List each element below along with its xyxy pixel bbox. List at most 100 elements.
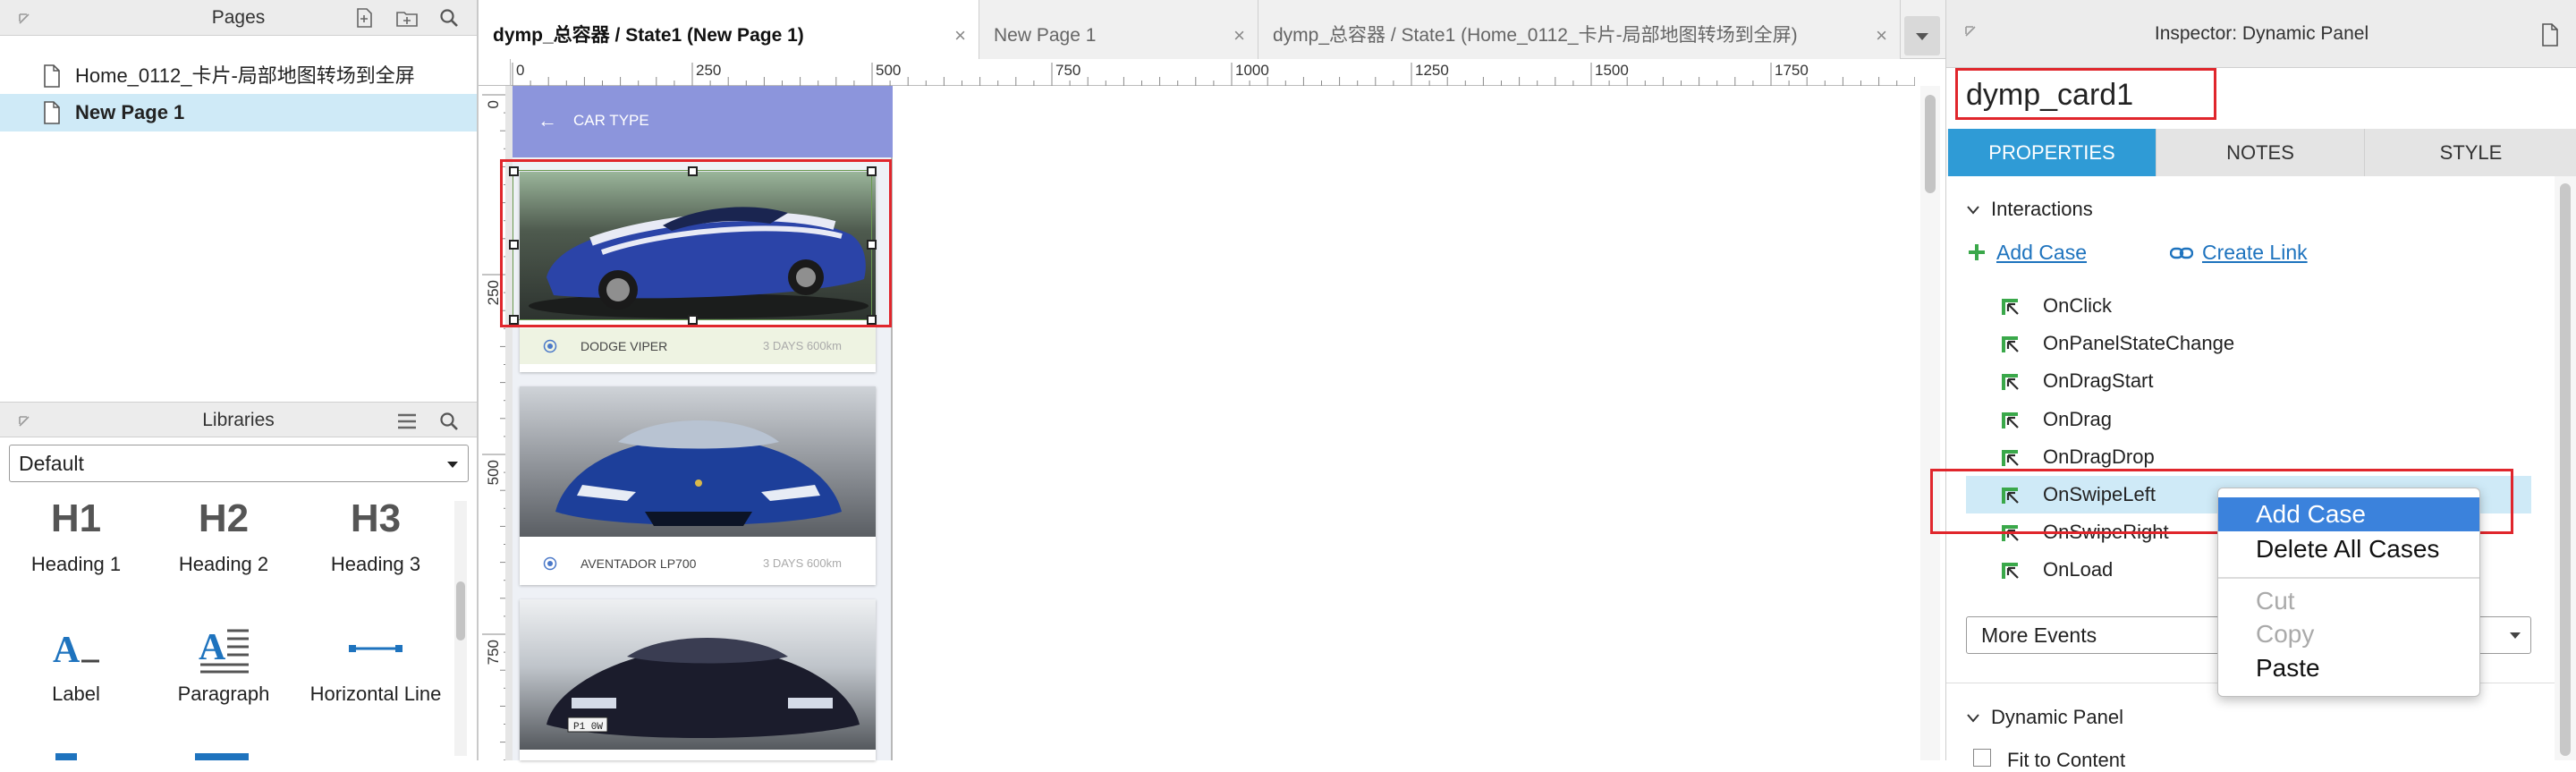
add-case-link[interactable]: Add Case [1996, 241, 2087, 265]
libraries-scrollbar[interactable] [454, 501, 467, 756]
menu-item-copy: Copy [2256, 620, 2315, 648]
horizontal-line-widget-icon [300, 622, 452, 675]
event-label: OnLoad [2043, 558, 2114, 581]
ruler-label: 250 [696, 62, 721, 79]
chevron-down-icon [447, 462, 458, 468]
page-item-new-page-1[interactable]: New Page 1 [0, 94, 477, 131]
menu-separator [2218, 577, 2479, 579]
car-info-row: DODGE VIPER 3 DAYS 600km [520, 328, 876, 364]
inspector-scrollbar[interactable] [2555, 176, 2576, 760]
search-icon[interactable] [436, 408, 462, 435]
design-canvas: ← CAR TYPE DODGE VIPER 3 DAYS 600km AVEN… [500, 86, 893, 760]
event-row[interactable]: OnPanelStateChange [1966, 325, 2531, 362]
menu-icon[interactable] [394, 408, 420, 435]
canvas-scrollbar[interactable] [1920, 86, 1940, 760]
canvas-header: ← CAR TYPE [513, 86, 893, 157]
ruler-corner [479, 59, 511, 86]
widget-glyph-h1: H1 [50, 496, 102, 540]
ruler-label: 750 [485, 640, 502, 665]
event-label: OnClick [2043, 294, 2113, 317]
dynamic-panel-section-title: Dynamic Panel [1991, 706, 2123, 728]
widget-label: Label [52, 683, 100, 705]
tab-dymp-state1-new-page[interactable]: dymp_总容器 / State1 (New Page 1) × [479, 0, 979, 59]
ruler-label: 0 [516, 62, 524, 79]
inspector-scroll-thumb[interactable] [2560, 183, 2571, 756]
add-folder-icon[interactable] [394, 4, 420, 31]
resize-handle[interactable] [867, 166, 877, 176]
widget-paragraph[interactable]: A Paragraph [148, 622, 300, 706]
resize-handle[interactable] [509, 240, 519, 250]
menu-item-add-case[interactable]: Add Case [2218, 497, 2479, 531]
tab-dymp-state1-home[interactable]: dymp_总容器 / State1 (Home_0112_卡片-局部地图转场到全… [1258, 0, 1901, 59]
tab-properties[interactable]: PROPERTIES [1948, 129, 2157, 176]
ruler-label: 500 [876, 62, 901, 79]
resize-handle[interactable] [867, 315, 877, 325]
tab-new-page-1[interactable]: New Page 1 × [979, 0, 1258, 59]
car-meta: 3 DAYS 600km [763, 339, 842, 352]
widget-label: Heading 1 [30, 553, 122, 575]
page-item-home[interactable]: Home_0112_卡片-局部地图转场到全屏 [0, 57, 477, 95]
svg-text:P1 0W: P1 0W [573, 722, 603, 733]
plus-icon [1969, 244, 1985, 260]
resize-handle[interactable] [867, 240, 877, 250]
resize-handle[interactable] [688, 315, 698, 325]
resize-handle[interactable] [509, 166, 519, 176]
chevron-down-icon[interactable] [1966, 713, 1980, 724]
libraries-scroll-thumb[interactable] [456, 581, 465, 641]
libraries-panel-header: Libraries [0, 402, 477, 437]
search-icon[interactable] [436, 4, 462, 31]
widget-partial-icon [195, 753, 249, 760]
library-select[interactable]: Default [9, 445, 469, 482]
resize-handle[interactable] [688, 166, 698, 176]
event-row[interactable]: OnClick [1966, 287, 2531, 325]
menu-item-paste[interactable]: Paste [2218, 651, 2479, 685]
svg-text:A: A [53, 630, 80, 671]
more-events-label: More Events [1981, 624, 2097, 647]
event-cursor-icon [2002, 374, 2019, 391]
resize-handle[interactable] [509, 315, 519, 325]
event-row[interactable]: OnDragStart [1966, 362, 2531, 400]
widget-heading-1[interactable]: H1 Heading 1 [0, 492, 152, 576]
tab-style[interactable]: STYLE [2365, 129, 2576, 176]
chevron-down-icon [1916, 33, 1928, 40]
ruler-label: 750 [1055, 62, 1080, 79]
widget-label: Horizontal Line [309, 683, 442, 705]
event-row[interactable]: OnDrag [1966, 401, 2531, 438]
widget-heading-2[interactable]: H2 Heading 2 [148, 492, 300, 576]
event-label: OnDrag [2043, 407, 2113, 430]
ruler-label: 0 [485, 100, 502, 108]
widget-label: Heading 2 [178, 553, 269, 575]
tab-notes[interactable]: NOTES [2157, 129, 2365, 176]
chevron-down-icon[interactable] [1966, 205, 1980, 216]
widget-glyph-h3: H3 [350, 496, 402, 540]
tab-overflow-button[interactable] [1904, 16, 1940, 55]
radio-icon[interactable] [543, 556, 557, 571]
car-name: DODGE VIPER [580, 339, 668, 353]
page-item-label: Home_0112_卡片-局部地图转场到全屏 [75, 64, 415, 87]
fit-to-content-checkbox[interactable] [1973, 749, 1991, 767]
context-menu: Add Case Delete All Cases Cut Copy Paste [2217, 488, 2480, 697]
radio-icon[interactable] [543, 339, 557, 353]
car-card-p1[interactable]: P1 0W [520, 599, 876, 760]
menu-item-delete-all-cases[interactable]: Delete All Cases [2218, 532, 2479, 566]
car-image-p1: P1 0W [520, 599, 876, 750]
event-cursor-icon [2002, 411, 2019, 428]
selection-outline [513, 170, 872, 320]
canvas-scroll-thumb[interactable] [1925, 95, 1936, 193]
create-link[interactable]: Create Link [2202, 241, 2308, 265]
widget-horizontal-line[interactable]: Horizontal Line [300, 622, 452, 706]
event-cursor-icon [2002, 299, 2019, 315]
ruler-label: 500 [485, 460, 502, 485]
widget-partial-icon [55, 753, 77, 760]
car-meta: 3 DAYS 600km [763, 556, 842, 570]
widget-label-item[interactable]: A Label [0, 622, 152, 706]
tab-label: dymp_总容器 / State1 (Home_0112_卡片-局部地图转场到全… [1273, 25, 1798, 46]
widget-heading-3[interactable]: H3 Heading 3 [300, 492, 452, 576]
back-arrow-icon[interactable]: ← [538, 109, 557, 132]
notes-page-icon[interactable] [2537, 21, 2563, 48]
car-info-row: AVENTADOR LP700 3 DAYS 600km [520, 544, 876, 583]
car-card-aventador[interactable]: AVENTADOR LP700 3 DAYS 600km [520, 386, 876, 585]
ruler-label: 1750 [1775, 62, 1809, 79]
event-cursor-icon [2002, 336, 2019, 353]
add-page-icon[interactable] [351, 4, 377, 31]
